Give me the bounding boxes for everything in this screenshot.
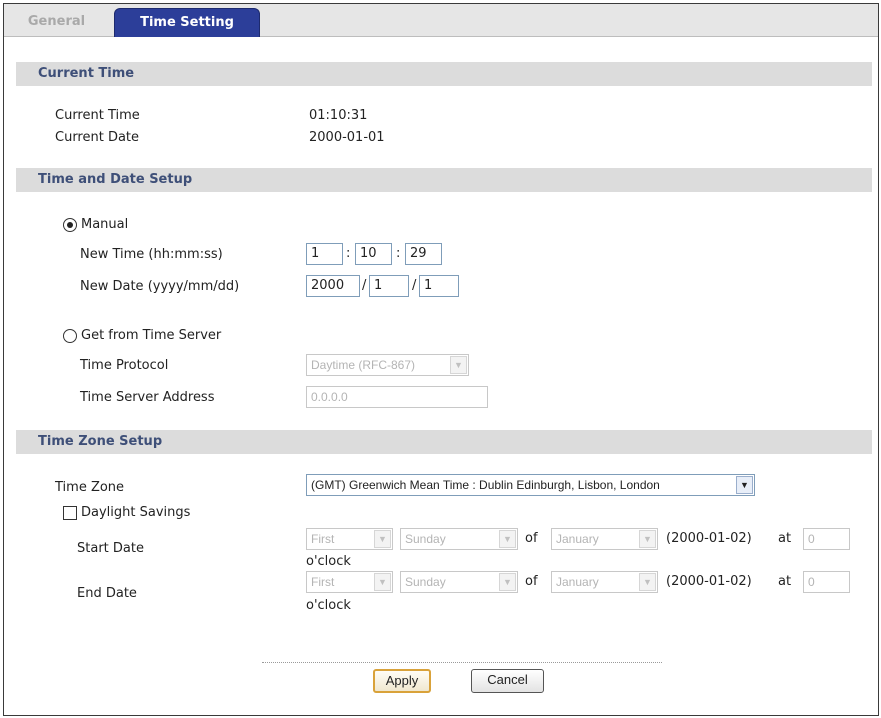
time-separator: : bbox=[396, 246, 401, 261]
chevron-down-icon: ▼ bbox=[374, 530, 391, 548]
tab-general[interactable]: General bbox=[9, 8, 104, 37]
current-time-value: 01:10:31 bbox=[309, 108, 368, 123]
chevron-down-icon: ▼ bbox=[450, 356, 467, 374]
of-text: of bbox=[525, 574, 538, 589]
daylight-savings-checkbox[interactable] bbox=[63, 506, 77, 520]
start-week-select[interactable]: First ▼ bbox=[306, 528, 393, 550]
end-week-select[interactable]: First ▼ bbox=[306, 571, 393, 593]
start-date-label: Start Date bbox=[77, 541, 144, 556]
start-month-select[interactable]: January ▼ bbox=[551, 528, 658, 550]
at-text: at bbox=[778, 531, 792, 546]
start-week-value: First bbox=[311, 532, 335, 546]
date-separator: / bbox=[412, 278, 417, 293]
time-server-address-label: Time Server Address bbox=[80, 390, 215, 405]
start-computed-date: (2000-01-02) bbox=[666, 531, 752, 546]
time-protocol-value: Daytime (RFC-867) bbox=[311, 358, 416, 372]
daylight-savings-label: Daylight Savings bbox=[81, 505, 191, 520]
start-day-select[interactable]: Sunday ▼ bbox=[400, 528, 518, 550]
new-date-year-input[interactable]: 2000 bbox=[306, 275, 360, 297]
section-header-time-zone-setup: Time Zone Setup bbox=[16, 430, 872, 454]
start-month-value: January bbox=[556, 532, 599, 546]
date-separator: / bbox=[362, 278, 367, 293]
end-day-select[interactable]: Sunday ▼ bbox=[400, 571, 518, 593]
cancel-button[interactable]: Cancel bbox=[471, 669, 544, 693]
new-date-month-input[interactable]: 1 bbox=[369, 275, 409, 297]
chevron-down-icon: ▼ bbox=[374, 573, 391, 591]
end-month-select[interactable]: January ▼ bbox=[551, 571, 658, 593]
tab-time-setting[interactable]: Time Setting bbox=[114, 8, 260, 37]
tab-bar: General Time Setting bbox=[4, 4, 878, 37]
time-zone-select[interactable]: (GMT) Greenwich Mean Time : Dublin Edinb… bbox=[306, 474, 755, 496]
new-time-label: New Time (hh:mm:ss) bbox=[80, 247, 223, 262]
end-month-value: January bbox=[556, 575, 599, 589]
at-text: at bbox=[778, 574, 792, 589]
apply-button[interactable]: Apply bbox=[373, 669, 431, 693]
of-text: of bbox=[525, 531, 538, 546]
end-week-value: First bbox=[311, 575, 335, 589]
chevron-down-icon: ▼ bbox=[499, 530, 516, 548]
time-zone-value: (GMT) Greenwich Mean Time : Dublin Edinb… bbox=[311, 478, 660, 492]
new-date-day-input[interactable]: 1 bbox=[419, 275, 459, 297]
chevron-down-icon: ▼ bbox=[639, 573, 656, 591]
section-header-current-time: Current Time bbox=[16, 62, 872, 86]
time-zone-label: Time Zone bbox=[55, 480, 125, 495]
start-oclock-text: o'clock bbox=[306, 554, 351, 569]
chevron-down-icon: ▼ bbox=[499, 573, 516, 591]
end-date-label: End Date bbox=[77, 586, 137, 601]
new-time-second-input[interactable]: 29 bbox=[405, 243, 442, 265]
time-server-address-input[interactable]: 0.0.0.0 bbox=[306, 386, 488, 408]
time-protocol-label: Time Protocol bbox=[80, 358, 169, 373]
new-time-minute-input[interactable]: 10 bbox=[355, 243, 392, 265]
chevron-down-icon: ▼ bbox=[736, 476, 753, 494]
new-date-label: New Date (yyyy/mm/dd) bbox=[80, 279, 240, 294]
footer-divider bbox=[262, 662, 662, 663]
time-server-radio[interactable] bbox=[63, 329, 77, 343]
end-hour-input[interactable]: 0 bbox=[803, 571, 850, 593]
time-separator: : bbox=[346, 246, 351, 261]
time-protocol-select[interactable]: Daytime (RFC-867) ▼ bbox=[306, 354, 469, 376]
section-header-time-date-setup: Time and Date Setup bbox=[16, 168, 872, 192]
time-server-label: Get from Time Server bbox=[81, 328, 222, 343]
end-oclock-text: o'clock bbox=[306, 598, 351, 613]
start-day-value: Sunday bbox=[405, 532, 446, 546]
end-day-value: Sunday bbox=[405, 575, 446, 589]
new-time-hour-input[interactable]: 1 bbox=[306, 243, 343, 265]
current-date-value: 2000-01-01 bbox=[309, 130, 385, 145]
chevron-down-icon: ▼ bbox=[639, 530, 656, 548]
manual-radio[interactable] bbox=[63, 218, 77, 232]
current-time-label: Current Time bbox=[55, 108, 140, 123]
end-computed-date: (2000-01-02) bbox=[666, 574, 752, 589]
manual-label: Manual bbox=[81, 217, 129, 232]
start-hour-input[interactable]: 0 bbox=[803, 528, 850, 550]
current-date-label: Current Date bbox=[55, 130, 140, 145]
time-setting-panel: General Time Setting Current Time Curren… bbox=[3, 3, 879, 716]
